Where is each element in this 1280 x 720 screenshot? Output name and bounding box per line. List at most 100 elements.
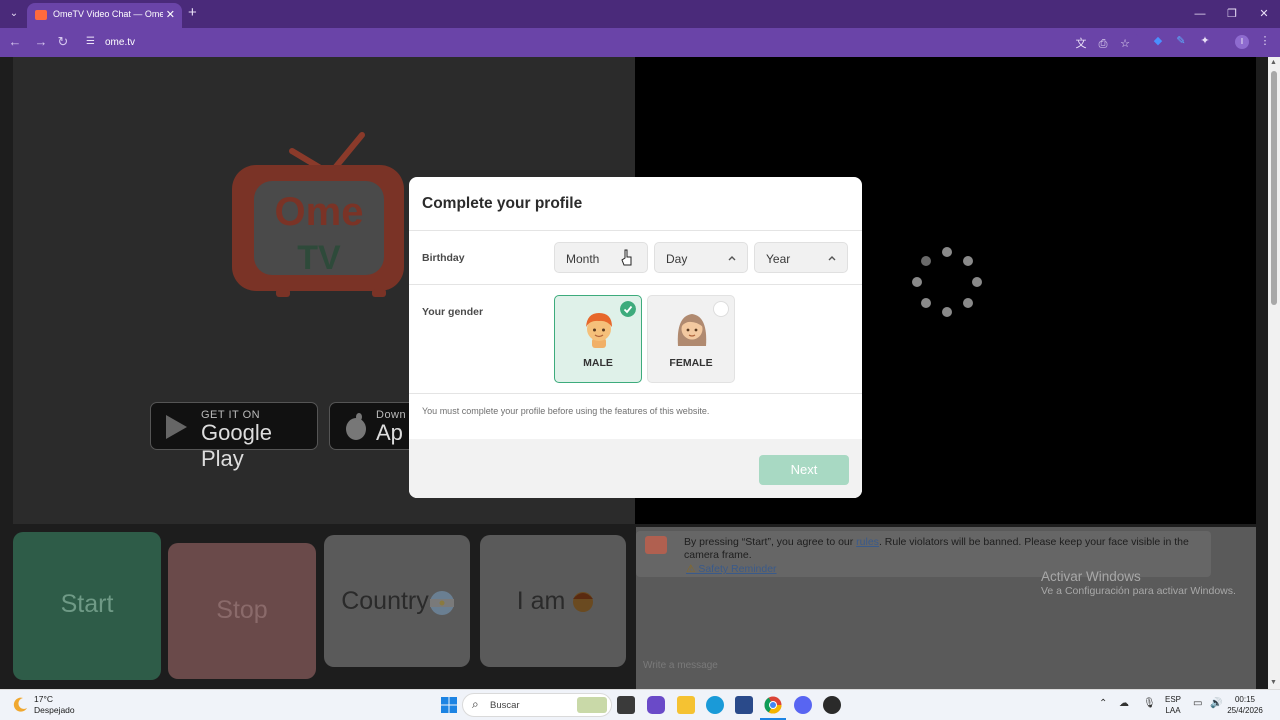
female-avatar-icon — [677, 314, 707, 346]
start-button[interactable]: Start — [13, 532, 161, 680]
safety-reminder-link[interactable]: ⚠ Safety Reminder — [686, 563, 777, 575]
birthday-label: Birthday — [422, 252, 465, 264]
modal-footer: Next — [409, 439, 862, 498]
install-app-icon[interactable]: ⎙ — [1096, 37, 1110, 51]
argentina-flag-icon — [430, 591, 454, 615]
chevron-up-icon — [728, 256, 736, 261]
browser-toolbar: ← → ↻ ☰ ome.tv 文 ⎙ ☆ — [0, 28, 1280, 57]
female-label: FEMALE — [669, 357, 713, 369]
logo-text-tv: TV — [297, 239, 341, 277]
google-play-icon — [166, 415, 187, 439]
extensions-puzzle-icon[interactable]: ✦ — [1198, 34, 1212, 48]
google-play-badge[interactable]: GET IT ON Google Play — [150, 402, 318, 471]
minimize-icon[interactable]: — — [1184, 0, 1216, 28]
divider — [409, 284, 862, 285]
year-value: Year — [766, 252, 791, 266]
moon-weather-icon[interactable] — [12, 696, 29, 713]
store-icon[interactable] — [735, 696, 753, 714]
browser-tab-active[interactable]: OmeTV Video Chat — Omegle ✕ — [27, 3, 182, 28]
chrome-icon[interactable] — [764, 696, 782, 714]
ometv-chat-avatar — [645, 536, 667, 554]
rules-text-pre: By pressing “Start”, you agree to our — [684, 536, 857, 548]
day-value: Day — [666, 252, 688, 266]
restore-icon[interactable]: ❐ — [1216, 0, 1248, 28]
male-avatar-icon — [586, 313, 612, 348]
scroll-down-icon[interactable]: ▼ — [1270, 679, 1277, 686]
page-scrollbar[interactable]: ▲ ▼ — [1268, 57, 1280, 689]
tab-close-icon[interactable]: ✕ — [166, 8, 175, 21]
app-icon[interactable] — [823, 696, 841, 714]
month-select[interactable]: Month — [554, 242, 648, 273]
chat-panel: By pressing “Start”, you agree to our ru… — [636, 527, 1256, 689]
i-am-button[interactable]: I am — [480, 535, 626, 667]
loading-spinner-icon — [912, 247, 982, 317]
search-icon: ⌕ — [472, 697, 479, 711]
chrome-menu-icon[interactable]: ⋮ — [1258, 34, 1272, 48]
discord-icon[interactable] — [794, 696, 812, 714]
stop-button[interactable]: Stop — [168, 543, 316, 679]
edge-icon[interactable] — [706, 696, 724, 714]
clock-date[interactable]: 25/4/2026 — [1224, 706, 1266, 715]
reload-icon[interactable]: ↻ — [55, 34, 71, 50]
apple-icon — [346, 413, 366, 440]
gender-label: Your gender — [422, 306, 484, 318]
language-line1[interactable]: ESP — [1163, 695, 1183, 704]
scroll-thumb[interactable] — [1271, 71, 1277, 305]
windows-activation-title: Activar Windows — [1041, 569, 1141, 584]
warning-icon: ⚠ — [686, 563, 696, 575]
taskbar-search[interactable]: ⌕ Buscar — [462, 693, 612, 717]
weather-temp: 17°C — [34, 694, 53, 704]
address-bar[interactable]: ☰ ome.tv 文 ⎙ ☆ — [80, 31, 1140, 54]
search-placeholder: Buscar — [490, 700, 520, 711]
boy-avatar-icon — [573, 592, 593, 612]
extension-translate-icon[interactable]: ✎ — [1174, 34, 1188, 48]
search-highlight-icon — [577, 697, 607, 713]
divider — [409, 230, 862, 231]
profile-notice: You must complete your profile before us… — [422, 406, 710, 416]
app-store-badge[interactable]: Down Ap — [329, 402, 409, 450]
month-value: Month — [566, 252, 600, 266]
ometv-favicon-icon — [35, 10, 47, 20]
copilot-icon[interactable] — [647, 696, 665, 714]
scroll-up-icon[interactable]: ▲ — [1270, 59, 1277, 66]
complete-profile-modal: Complete your profile Birthday Month Day… — [409, 177, 862, 498]
tab-search-icon[interactable]: ⌄ — [5, 5, 23, 23]
clock-time[interactable]: 00:15 — [1228, 695, 1262, 704]
google-play-big: Google Play — [201, 420, 272, 471]
female-option[interactable]: FEMALE — [647, 295, 735, 383]
close-icon[interactable]: ✕ — [1248, 0, 1280, 28]
language-line2[interactable]: LAA — [1163, 706, 1183, 715]
tray-overflow-icon[interactable]: ⌃ — [1099, 698, 1107, 709]
onedrive-icon[interactable]: ☁ — [1119, 698, 1129, 709]
modal-title: Complete your profile — [422, 195, 583, 212]
network-icon[interactable]: ▭ — [1193, 698, 1202, 709]
extension-shield-icon[interactable]: ◆ — [1151, 34, 1165, 48]
site-info-icon[interactable]: ☰ — [86, 36, 95, 47]
country-button[interactable]: Country — [324, 535, 470, 667]
task-view-icon[interactable] — [617, 696, 635, 714]
new-tab-icon[interactable]: + — [188, 5, 197, 21]
microphone-icon[interactable]: 🎙 — [1143, 698, 1156, 709]
male-option[interactable]: MALE — [554, 295, 642, 383]
windows-start-icon[interactable] — [440, 696, 458, 714]
year-select[interactable]: Year — [754, 242, 848, 273]
window-controls: — ❐ ✕ — [1184, 0, 1280, 28]
bookmark-star-icon[interactable]: ☆ — [1118, 37, 1132, 51]
hand-cursor-icon — [621, 249, 632, 266]
windows-activation-subtitle: Ve a Configuración para activar Windows. — [1041, 585, 1236, 597]
profile-avatar[interactable]: I — [1235, 35, 1249, 49]
chat-message-input[interactable]: Write a message — [643, 660, 718, 671]
radio-unchecked-icon — [713, 301, 729, 317]
chevron-up-icon — [828, 256, 836, 261]
next-button[interactable]: Next — [759, 455, 849, 485]
translate-icon[interactable]: 文 — [1074, 37, 1088, 51]
forward-arrow-icon[interactable]: → — [33, 34, 49, 50]
rules-link[interactable]: rules — [856, 536, 879, 548]
stop-label: Stop — [216, 596, 268, 624]
back-arrow-icon[interactable]: ← — [7, 34, 23, 50]
logo-text-ome: Ome — [275, 190, 364, 234]
file-explorer-icon[interactable] — [677, 696, 695, 714]
url-text: ome.tv — [105, 37, 136, 48]
day-select[interactable]: Day — [654, 242, 748, 273]
volume-icon[interactable]: 🔊 — [1210, 698, 1222, 709]
